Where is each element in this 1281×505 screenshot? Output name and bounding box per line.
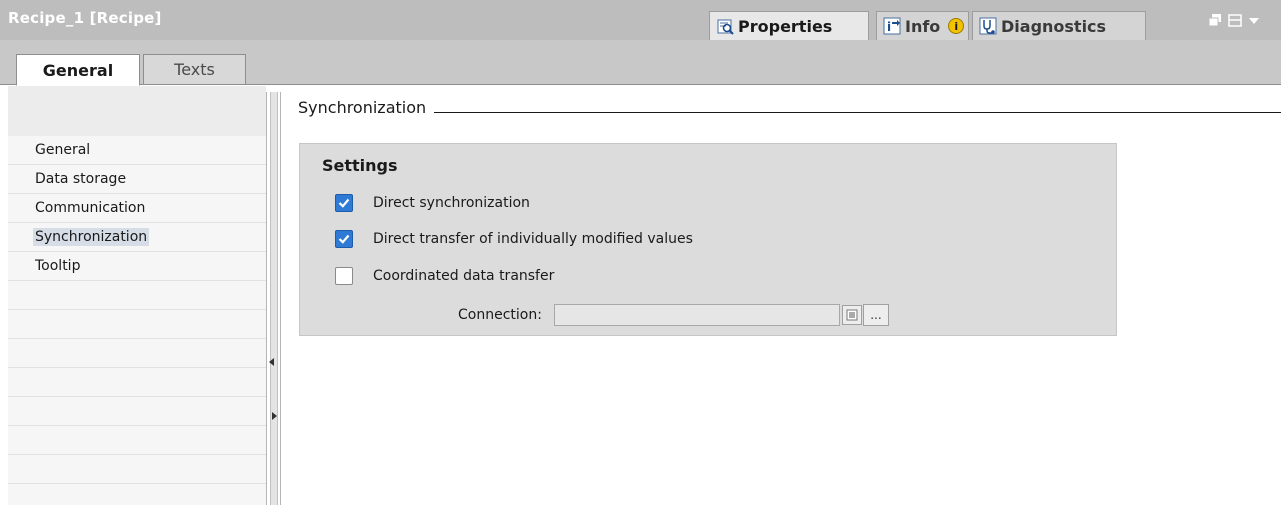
nav-empty-row — [8, 339, 266, 368]
section-title: Synchronization — [298, 98, 427, 117]
connection-field[interactable] — [553, 304, 840, 326]
option-direct-transfer[interactable]: Direct transfer of individually modified… — [335, 230, 693, 248]
dock-window-icon[interactable] — [1228, 13, 1242, 31]
tab-diagnostics[interactable]: Diagnostics — [972, 11, 1146, 40]
settings-title: Settings — [322, 156, 398, 175]
nav-item-general[interactable]: General — [8, 136, 266, 165]
window-controls — [1208, 13, 1260, 31]
property-tabbar: General Texts — [0, 40, 1281, 86]
info-badge-icon: i — [948, 18, 965, 34]
coordinated-data-transfer-label: Coordinated data transfer — [373, 268, 555, 284]
collapse-left-icon[interactable] — [269, 358, 274, 366]
direct-transfer-label: Direct transfer of individually modified… — [373, 231, 693, 247]
info-icon: i — [883, 17, 901, 35]
nav-item-synchronization[interactable]: Synchronization — [8, 223, 266, 252]
checkmark-icon — [338, 234, 350, 244]
section-divider — [434, 112, 1281, 113]
nav-empty-row — [8, 281, 266, 310]
svg-text:i: i — [887, 20, 891, 34]
nav-empty-row — [8, 310, 266, 339]
expand-right-icon[interactable] — [272, 412, 277, 420]
nav-header — [8, 86, 266, 136]
properties-icon — [716, 17, 734, 35]
nav-empty-row — [8, 426, 266, 455]
section-header: Synchronization — [298, 98, 1281, 117]
option-coordinated-data-transfer[interactable]: Coordinated data transfer — [335, 267, 554, 285]
connection-browse-button[interactable]: ... — [862, 304, 889, 326]
tab-texts[interactable]: Texts — [143, 54, 246, 85]
settings-group: Settings Direct synchronization Direct t… — [299, 143, 1117, 336]
connection-row: Connection: ... — [458, 304, 889, 326]
direct-synchronization-checkbox[interactable] — [335, 194, 353, 212]
property-navigation: General Data storage Communication Synch… — [8, 86, 266, 505]
direct-transfer-checkbox[interactable] — [335, 230, 353, 248]
tab-info[interactable]: i Info i — [876, 11, 969, 40]
nav-empty-row — [8, 397, 266, 426]
float-window-icon[interactable] — [1208, 13, 1222, 31]
chevron-down-icon[interactable] — [1248, 14, 1260, 30]
checkmark-icon — [338, 198, 350, 208]
tab-properties-label: Properties — [738, 16, 833, 36]
coordinated-data-transfer-checkbox[interactable] — [335, 267, 353, 285]
splitter-bar[interactable] — [270, 92, 278, 505]
nav-empty-row — [8, 368, 266, 397]
inspector-titlebar: Recipe_1 [Recipe] Properties i Info i Di… — [0, 0, 1281, 40]
nav-empty-row — [8, 455, 266, 484]
tab-properties[interactable]: Properties — [709, 11, 869, 40]
diagnostics-icon — [979, 17, 997, 35]
window-title: Recipe_1 [Recipe] — [8, 9, 162, 27]
nav-item-data-storage[interactable]: Data storage — [8, 165, 266, 194]
option-direct-synchronization[interactable]: Direct synchronization — [335, 194, 530, 212]
tab-general[interactable]: General — [16, 54, 140, 86]
connection-label: Connection: — [458, 307, 542, 323]
nav-item-communication[interactable]: Communication — [8, 194, 266, 223]
panel-splitter[interactable] — [266, 92, 281, 505]
list-icon[interactable] — [841, 305, 862, 325]
tab-diagnostics-label: Diagnostics — [1001, 16, 1107, 36]
nav-item-tooltip[interactable]: Tooltip — [8, 252, 266, 281]
tab-info-label: Info — [905, 16, 941, 36]
direct-synchronization-label: Direct synchronization — [373, 195, 530, 211]
